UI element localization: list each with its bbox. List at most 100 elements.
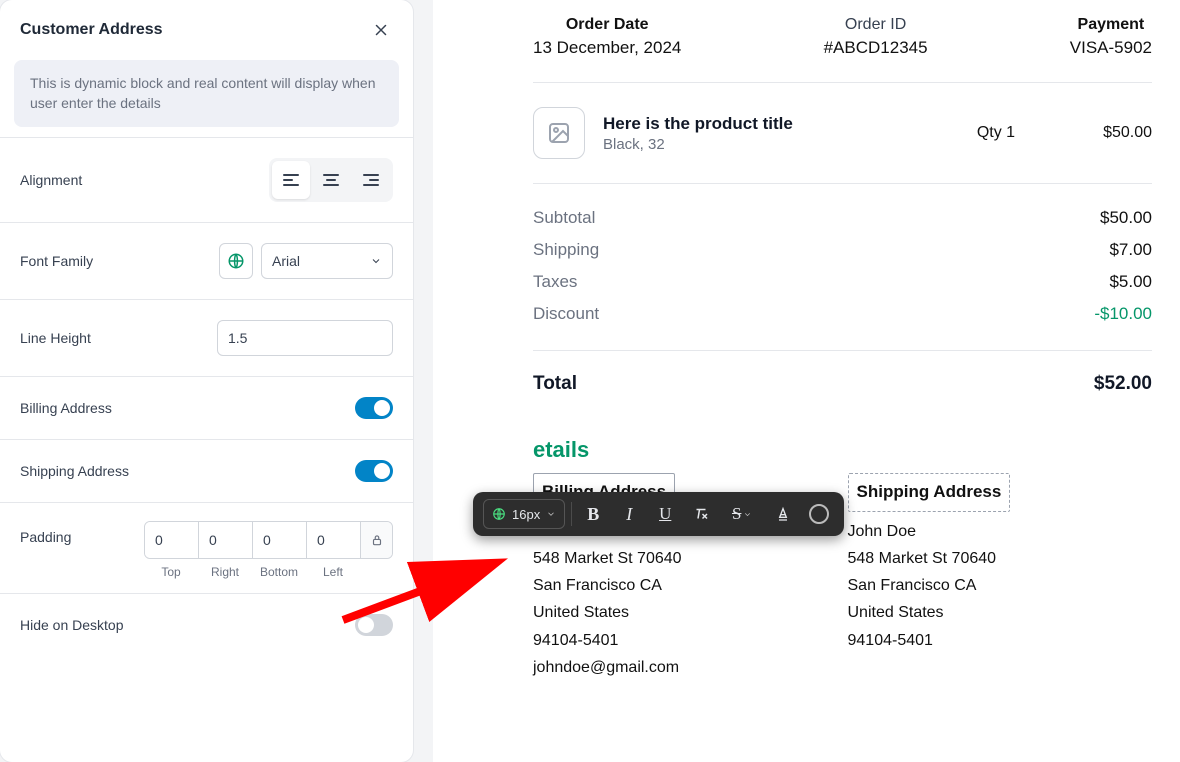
payment-label: Payment — [1070, 16, 1152, 34]
addr-country: United States — [533, 599, 838, 626]
pad-label-right: Right — [198, 565, 252, 579]
underline-button[interactable]: U — [650, 499, 680, 529]
alignment-row: Alignment — [0, 137, 413, 222]
font-family-row: Font Family Arial — [0, 222, 413, 299]
chevron-down-icon — [546, 509, 556, 519]
strikethrough-icon: S — [732, 504, 741, 524]
product-thumbnail — [533, 107, 585, 159]
padding-label: Padding — [20, 521, 130, 545]
billing-label: Billing Address — [20, 400, 112, 416]
alignment-label: Alignment — [20, 172, 82, 188]
underline-icon: U — [659, 504, 671, 524]
text-color-icon — [775, 506, 791, 522]
font-family-select[interactable]: Arial — [261, 243, 393, 279]
globe-icon — [492, 507, 506, 521]
align-center-button[interactable] — [312, 161, 350, 199]
order-date-value: 13 December, 2024 — [533, 38, 681, 58]
toolbar-font-size-select[interactable]: 16px — [483, 499, 565, 529]
font-globe-button[interactable] — [219, 243, 253, 279]
order-date-label: Order Date — [533, 16, 681, 34]
shipping-toggle-row: Shipping Address — [0, 439, 413, 502]
clear-format-icon — [692, 505, 710, 523]
product-price: $50.00 — [1103, 124, 1152, 142]
globe-icon — [227, 252, 245, 270]
font-family-label: Font Family — [20, 253, 93, 269]
padding-left-input[interactable] — [307, 522, 361, 558]
billing-toggle-row: Billing Address — [0, 376, 413, 439]
addr-city: San Francisco CA — [848, 572, 1153, 599]
panel-title: Customer Address — [20, 21, 163, 39]
addr-zip: 94104-5401 — [533, 627, 838, 654]
order-id-value: #ABCD12345 — [824, 38, 928, 58]
align-left-button[interactable] — [272, 161, 310, 199]
clear-format-button[interactable] — [686, 499, 716, 529]
hide-desktop-row: Hide on Desktop — [0, 593, 413, 656]
bold-button[interactable]: B — [578, 499, 608, 529]
close-button[interactable] — [369, 18, 393, 42]
total-row: Total $52.00 — [493, 351, 1180, 419]
line-height-row: Line Height — [0, 299, 413, 376]
align-right-button[interactable] — [352, 161, 390, 199]
highlight-color-button[interactable] — [804, 499, 834, 529]
pad-label-bottom: Bottom — [252, 565, 306, 579]
text-format-toolbar[interactable]: 16px B I U S — [473, 492, 844, 536]
align-right-icon — [363, 174, 379, 186]
order-header: Order Date 13 December, 2024 Order ID #A… — [493, 0, 1180, 82]
order-summary: Subtotal$50.00 Shipping$7.00 Taxes$5.00 … — [493, 184, 1180, 350]
settings-panel: Customer Address This is dynamic block a… — [0, 0, 413, 762]
billing-toggle[interactable] — [355, 397, 393, 419]
addr-street: 548 Market St 70640 — [848, 545, 1153, 572]
addr-country: United States — [848, 599, 1153, 626]
preview-canvas: Order Date 13 December, 2024 Order ID #A… — [433, 0, 1180, 762]
padding-right-input[interactable] — [199, 522, 253, 558]
alignment-group — [269, 158, 393, 202]
taxes-label: Taxes — [533, 272, 577, 292]
bold-icon: B — [587, 504, 599, 525]
addr-street: 548 Market St 70640 — [533, 545, 838, 572]
total-value: $52.00 — [1094, 373, 1152, 395]
shipping-value: $7.00 — [1109, 240, 1152, 260]
hide-desktop-toggle[interactable] — [355, 614, 393, 636]
discount-value: -$10.00 — [1094, 304, 1152, 324]
addr-city: San Francisco CA — [533, 572, 838, 599]
line-height-input[interactable] — [217, 320, 393, 356]
strikethrough-button[interactable]: S — [722, 499, 762, 529]
italic-button[interactable]: I — [614, 499, 644, 529]
align-center-icon — [323, 174, 339, 186]
shipping-label: Shipping — [533, 240, 599, 260]
discount-label: Discount — [533, 304, 599, 324]
text-color-button[interactable] — [768, 499, 798, 529]
chevron-down-icon — [370, 255, 382, 267]
font-family-value: Arial — [272, 253, 300, 269]
padding-row: Padding Top Right Bottom Left — [0, 502, 413, 593]
shipping-label: Shipping Address — [20, 463, 129, 479]
shipping-address-column[interactable]: Shipping Address John Doe 548 Market St … — [848, 473, 1153, 681]
close-icon — [372, 21, 390, 39]
circle-icon — [809, 504, 829, 524]
lock-icon — [370, 533, 384, 547]
padding-bottom-input[interactable] — [253, 522, 307, 558]
chevron-down-icon — [743, 510, 752, 519]
padding-top-input[interactable] — [145, 522, 199, 558]
subtotal-value: $50.00 — [1100, 208, 1152, 228]
subtotal-label: Subtotal — [533, 208, 595, 228]
line-item: Here is the product title Black, 32 Qty … — [493, 83, 1180, 183]
image-icon — [547, 121, 571, 145]
product-title: Here is the product title — [603, 114, 959, 134]
addr-zip: 94104-5401 — [848, 627, 1153, 654]
info-banner: This is dynamic block and real content w… — [14, 60, 399, 127]
hide-desktop-label: Hide on Desktop — [20, 617, 124, 633]
product-subtitle: Black, 32 — [603, 136, 959, 153]
separator — [571, 502, 572, 526]
addr-email: johndoe@gmail.com — [533, 654, 838, 681]
italic-icon: I — [626, 504, 632, 525]
toolbar-font-size-value: 16px — [512, 507, 540, 522]
taxes-value: $5.00 — [1109, 272, 1152, 292]
pad-label-top: Top — [144, 565, 198, 579]
shipping-toggle[interactable] — [355, 460, 393, 482]
shipping-address-heading[interactable]: Shipping Address — [848, 473, 1011, 512]
order-id-label: Order ID — [824, 16, 928, 34]
align-left-icon — [283, 174, 299, 186]
padding-lock-button[interactable] — [361, 522, 392, 558]
pad-label-left: Left — [306, 565, 360, 579]
